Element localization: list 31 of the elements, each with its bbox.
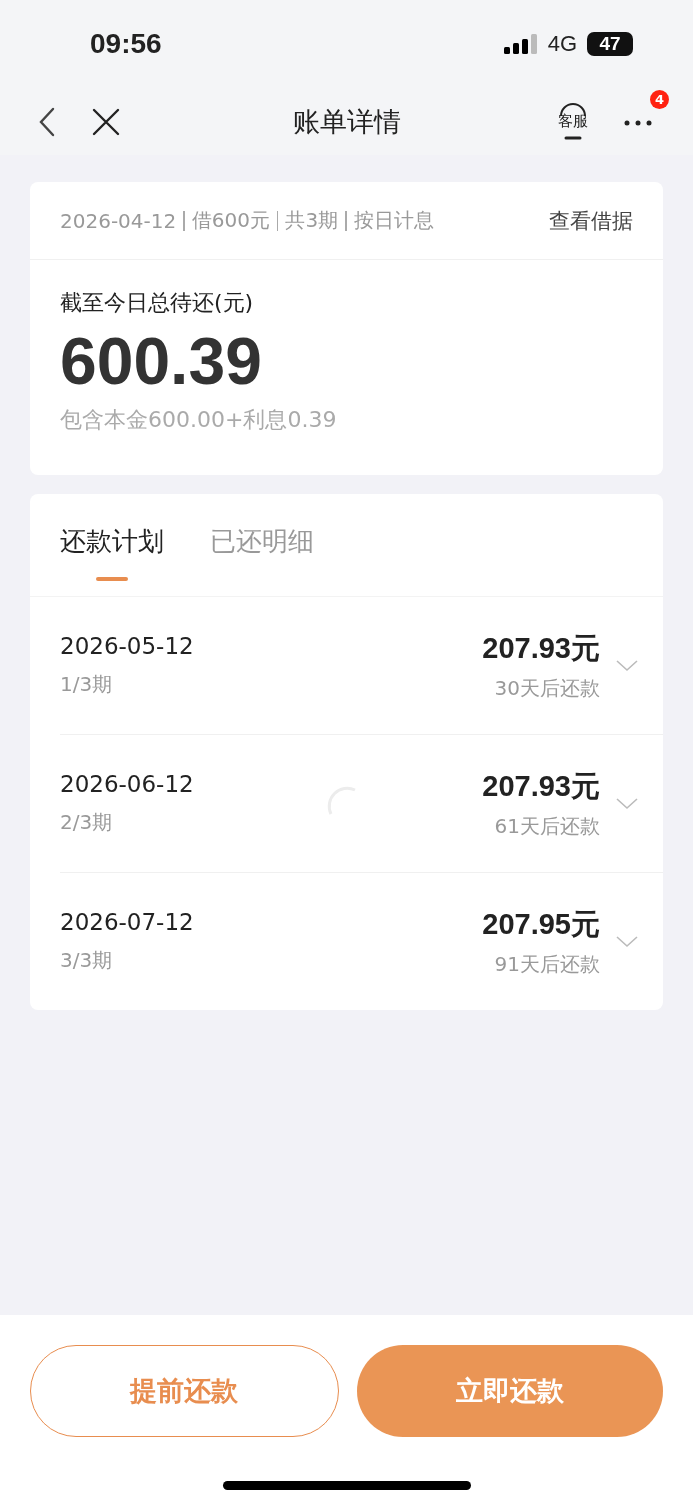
battery-level: 47 bbox=[587, 32, 633, 56]
due-countdown: 61天后还款 bbox=[493, 813, 600, 841]
more-icon[interactable] bbox=[623, 119, 653, 127]
notification-badge: 4 bbox=[650, 90, 669, 109]
loan-date: 2026-04-12 bbox=[60, 208, 177, 233]
loan-amount: 借600元 bbox=[191, 207, 270, 234]
customer-service-button[interactable]: 客服 bbox=[553, 99, 593, 144]
period-label: 1/3期 bbox=[60, 671, 113, 699]
period-label: 3/3期 bbox=[60, 947, 113, 975]
total-label: 截至今日总待还(元) bbox=[60, 289, 255, 317]
back-icon[interactable] bbox=[38, 106, 56, 137]
view-loan-receipt-link[interactable]: 查看借据 bbox=[549, 206, 633, 235]
interest-mode: 按日计息 bbox=[353, 207, 434, 234]
tab[interactable]: 还款计划 bbox=[60, 525, 164, 582]
page-title: 账单详情 bbox=[292, 104, 401, 139]
signal-icon bbox=[503, 34, 538, 54]
due-date: 2026-06-12 bbox=[60, 771, 194, 798]
installment-amount: 207.93元 bbox=[482, 631, 600, 667]
due-date: 2026-07-12 bbox=[60, 909, 194, 936]
loan-terms: 共3期 bbox=[285, 207, 339, 234]
network-label: 4G bbox=[547, 31, 577, 57]
period-label: 2/3期 bbox=[60, 809, 113, 837]
total-amount: 600.39 bbox=[60, 323, 263, 400]
amount-breakdown: 包含本金600.00+利息0.39 bbox=[60, 406, 338, 435]
due-date: 2026-05-12 bbox=[60, 633, 194, 660]
status-time: 09:56 bbox=[90, 28, 162, 60]
due-countdown: 30天后还款 bbox=[493, 675, 600, 703]
due-countdown: 91天后还款 bbox=[493, 951, 600, 979]
installment-amount: 207.95元 bbox=[482, 907, 600, 943]
installment-amount: 207.93元 bbox=[482, 769, 600, 805]
close-icon[interactable] bbox=[92, 107, 120, 136]
